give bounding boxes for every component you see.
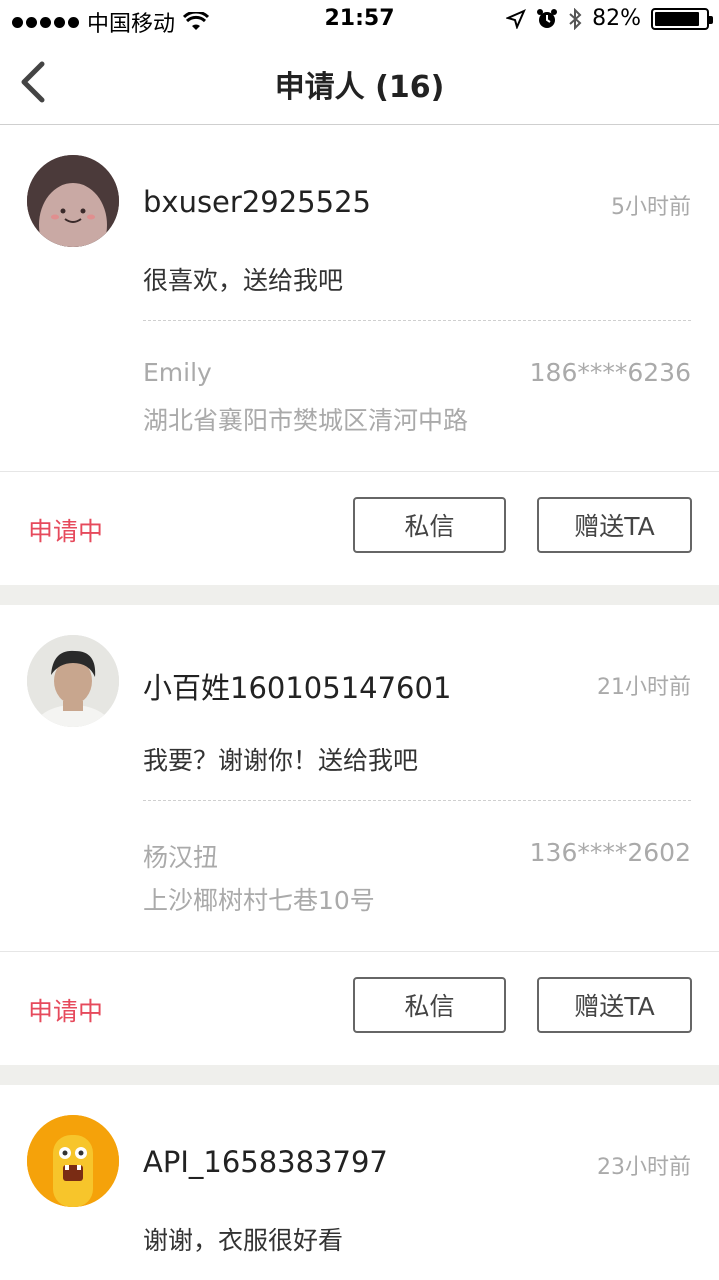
apply-message: 很喜欢，送给我吧 <box>143 266 344 295</box>
dashed-divider <box>143 320 691 321</box>
bluetooth-icon <box>569 7 582 30</box>
apply-message: 我要？谢谢你！送给我吧 <box>143 746 419 775</box>
page-title: 申请人 (16) <box>274 70 445 105</box>
applicant-card: API_1658383797 23小时前 谢谢，衣服很好看 <box>0 1085 719 1280</box>
location-arrow-icon <box>506 8 527 29</box>
section-gap <box>0 585 719 605</box>
username: bxuser2925525 <box>143 185 371 219</box>
private-message-button[interactable]: 私信 <box>353 977 506 1033</box>
battery-icon <box>651 7 713 30</box>
apply-time: 5小时前 <box>611 195 691 220</box>
recipient-address: 上沙椰树村七巷10号 <box>143 886 375 915</box>
give-button[interactable]: 赠送TA <box>537 977 692 1033</box>
recipient-phone: 136****2602 <box>529 838 691 867</box>
applicant-card: 小百姓160105147601 21小时前 我要？谢谢你！送给我吧 杨汉扭 13… <box>0 605 719 1065</box>
battery-percent: 82% <box>592 6 641 31</box>
status-badge: 申请中 <box>28 997 104 1026</box>
recipient-name: 杨汉扭 <box>143 843 219 872</box>
apply-time: 23小时前 <box>597 1155 691 1180</box>
status-bar: 中国移动 21:57 82% <box>0 0 719 40</box>
section-gap <box>0 1065 719 1085</box>
dashed-divider <box>143 800 691 801</box>
recipient-name: Emily <box>143 358 212 387</box>
private-message-button[interactable]: 私信 <box>353 497 506 553</box>
avatar[interactable] <box>27 635 119 727</box>
applicant-card: bxuser2925525 5小时前 很喜欢，送给我吧 Emily 186***… <box>0 125 719 585</box>
apply-message: 谢谢，衣服很好看 <box>143 1226 344 1255</box>
status-badge: 申请中 <box>28 517 104 546</box>
divider <box>0 951 719 952</box>
give-button[interactable]: 赠送TA <box>537 497 692 553</box>
avatar[interactable] <box>27 155 119 247</box>
username: 小百姓160105147601 <box>143 671 452 705</box>
avatar[interactable] <box>27 1115 119 1207</box>
recipient-phone: 186****6236 <box>529 358 691 387</box>
divider <box>0 471 719 472</box>
alarm-clock-icon <box>537 8 558 28</box>
nav-bar: 申请人 (16) <box>0 40 719 125</box>
username: API_1658383797 <box>143 1145 388 1179</box>
apply-time: 21小时前 <box>597 675 691 700</box>
recipient-address: 湖北省襄阳市樊城区清河中路 <box>143 406 469 435</box>
